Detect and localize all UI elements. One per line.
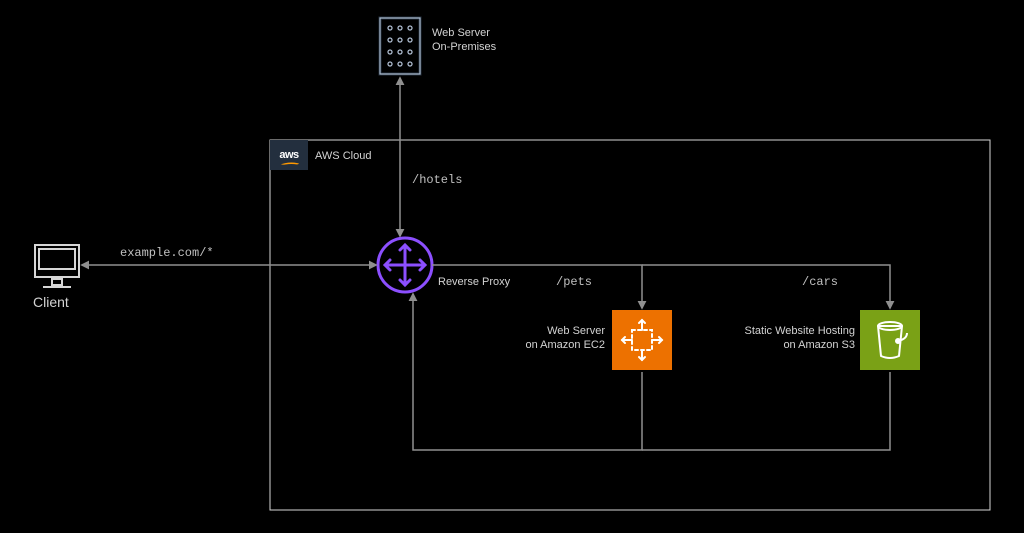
proxy-label: Reverse Proxy (438, 275, 510, 289)
aws-logo-badge: aws (270, 140, 308, 170)
edge-ec2-return (413, 294, 642, 450)
aws-cloud-label: AWS Cloud (315, 149, 371, 163)
s3-icon (860, 310, 920, 370)
s3-label: Static Website Hosting on Amazon S3 (685, 324, 855, 353)
ec2-label: Web Server on Amazon EC2 (470, 324, 605, 353)
aws-logo-text: aws (279, 149, 298, 161)
edge-s3-return (642, 372, 890, 450)
diagram-svg (0, 0, 1024, 533)
onprem-label: Web Server On-Premises (432, 26, 496, 55)
route-cars-label: /cars (802, 275, 838, 291)
ec2-icon (612, 310, 672, 370)
client-label: Client (33, 293, 69, 311)
onprem-server-icon (380, 18, 420, 74)
edge-proxy-s3 (642, 265, 890, 308)
route-hotels-label: /hotels (412, 173, 462, 189)
client-icon (35, 245, 79, 287)
architecture-diagram: aws AWS Cloud Client example.com/* Web S… (0, 0, 1024, 533)
route-pets-label: /pets (556, 275, 592, 291)
client-path-label: example.com/* (120, 246, 214, 262)
reverse-proxy-icon (378, 238, 432, 292)
